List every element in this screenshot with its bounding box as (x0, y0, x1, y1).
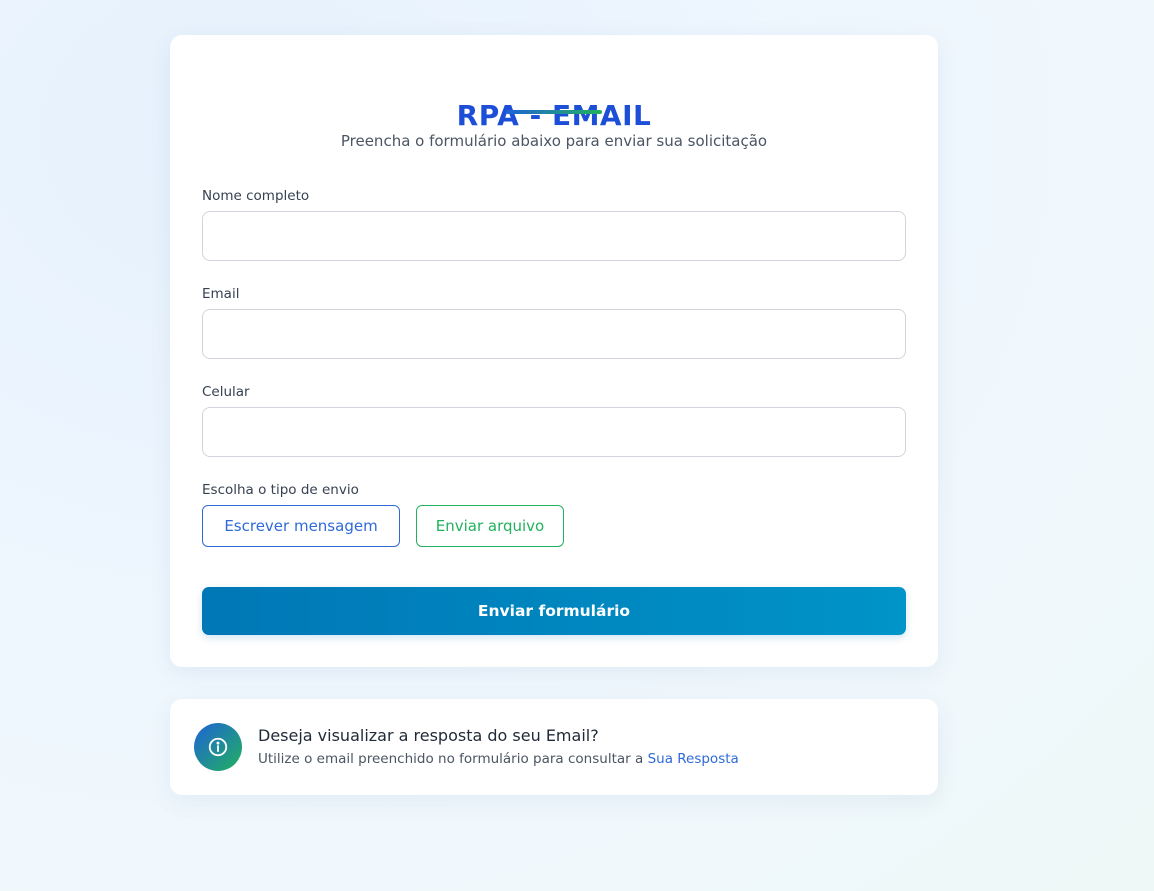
page-title: RPA - EMAIL (456, 99, 652, 132)
info-text: Utilize o email preenchido no formulário… (258, 751, 739, 767)
write-message-button[interactable]: Escrever mensagem (202, 505, 400, 547)
title-underline (506, 110, 602, 114)
form-card: RPA - EMAIL Preencha o formulário abaixo… (170, 35, 938, 667)
send-type-label: Escolha o tipo de envio (202, 482, 359, 498)
phone-label: Celular (202, 384, 250, 400)
submit-button[interactable]: Enviar formulário (202, 587, 906, 635)
info-icon (194, 723, 242, 771)
info-description: Utilize o email preenchido no formulário… (258, 751, 644, 767)
info-card: Deseja visualizar a resposta do seu Emai… (170, 699, 938, 795)
send-file-button[interactable]: Enviar arquivo (416, 505, 564, 547)
phone-field[interactable] (202, 407, 906, 457)
name-field[interactable] (202, 211, 906, 261)
form-subtitle: Preencha o formulário abaixo para enviar… (340, 132, 768, 150)
email-field[interactable] (202, 309, 906, 359)
name-label: Nome completo (202, 188, 310, 204)
response-link[interactable]: Sua Resposta (648, 751, 739, 767)
info-title: Deseja visualizar a resposta do seu Emai… (258, 726, 599, 745)
email-label: Email (202, 286, 240, 302)
